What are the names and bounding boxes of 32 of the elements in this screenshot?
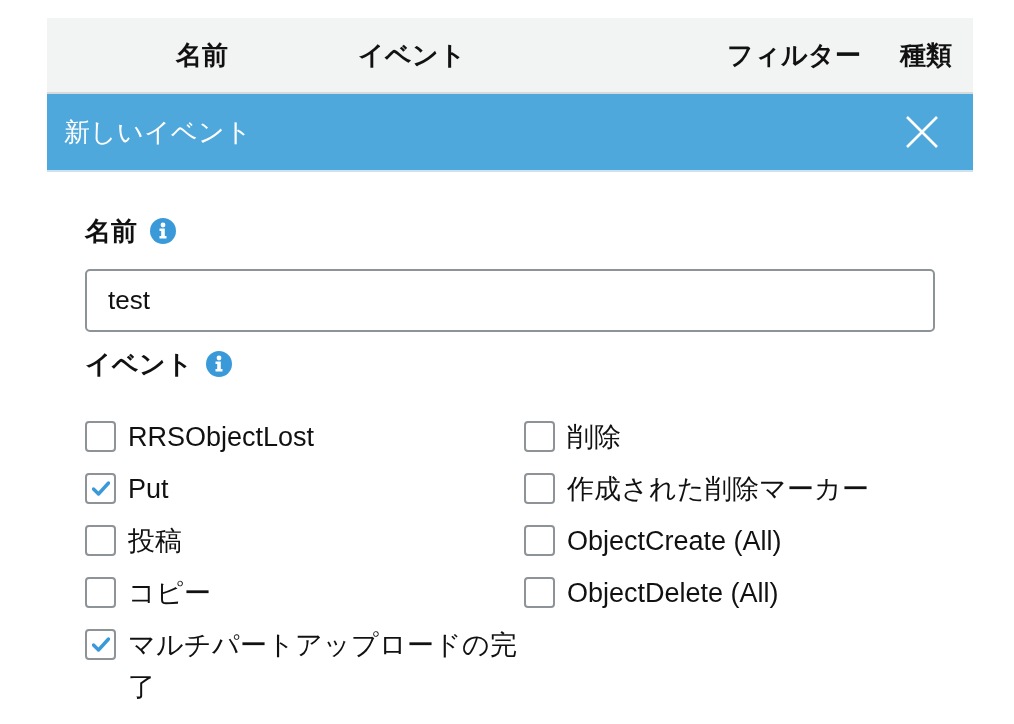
checkbox-label: ObjectDelete (All) (567, 577, 779, 610)
checkmark-icon (91, 481, 110, 496)
checkbox[interactable] (85, 629, 116, 660)
checkbox[interactable] (85, 421, 116, 452)
field-label: 名前 (85, 214, 137, 248)
column-header: フィルター (727, 38, 862, 72)
panel-title: 新しいイベント (64, 115, 252, 149)
checkbox[interactable] (524, 525, 555, 556)
close-icon (906, 116, 938, 148)
checkbox[interactable] (85, 473, 116, 504)
column-header: イベント (358, 38, 467, 72)
checkbox-label: ObjectCreate (All) (567, 525, 782, 558)
checkbox[interactable] (524, 577, 555, 608)
checkbox[interactable] (85, 525, 116, 556)
info-icon[interactable] (206, 351, 232, 377)
input-field[interactable]: test (85, 269, 935, 332)
column-header: 名前 (176, 38, 229, 72)
checkbox-label: 作成された削除マーカー (567, 473, 869, 506)
field-label: イベント (85, 347, 193, 381)
checkbox-label: マルチパートアップロードの完了 (128, 629, 518, 704)
checkbox-label: RRSObjectLost (128, 421, 315, 454)
info-icon[interactable] (150, 218, 176, 244)
checkbox-label: 削除 (567, 421, 621, 454)
checkbox[interactable] (85, 577, 116, 608)
checkbox-label: コピー (128, 577, 211, 610)
checkbox-label: 投稿 (128, 525, 182, 558)
checkmark-icon (91, 637, 110, 652)
checkbox-label: Put (128, 473, 169, 506)
close-button[interactable] (906, 116, 938, 148)
checkbox[interactable] (524, 473, 555, 504)
checkbox[interactable] (524, 421, 555, 452)
column-header: 種類 (900, 38, 953, 72)
